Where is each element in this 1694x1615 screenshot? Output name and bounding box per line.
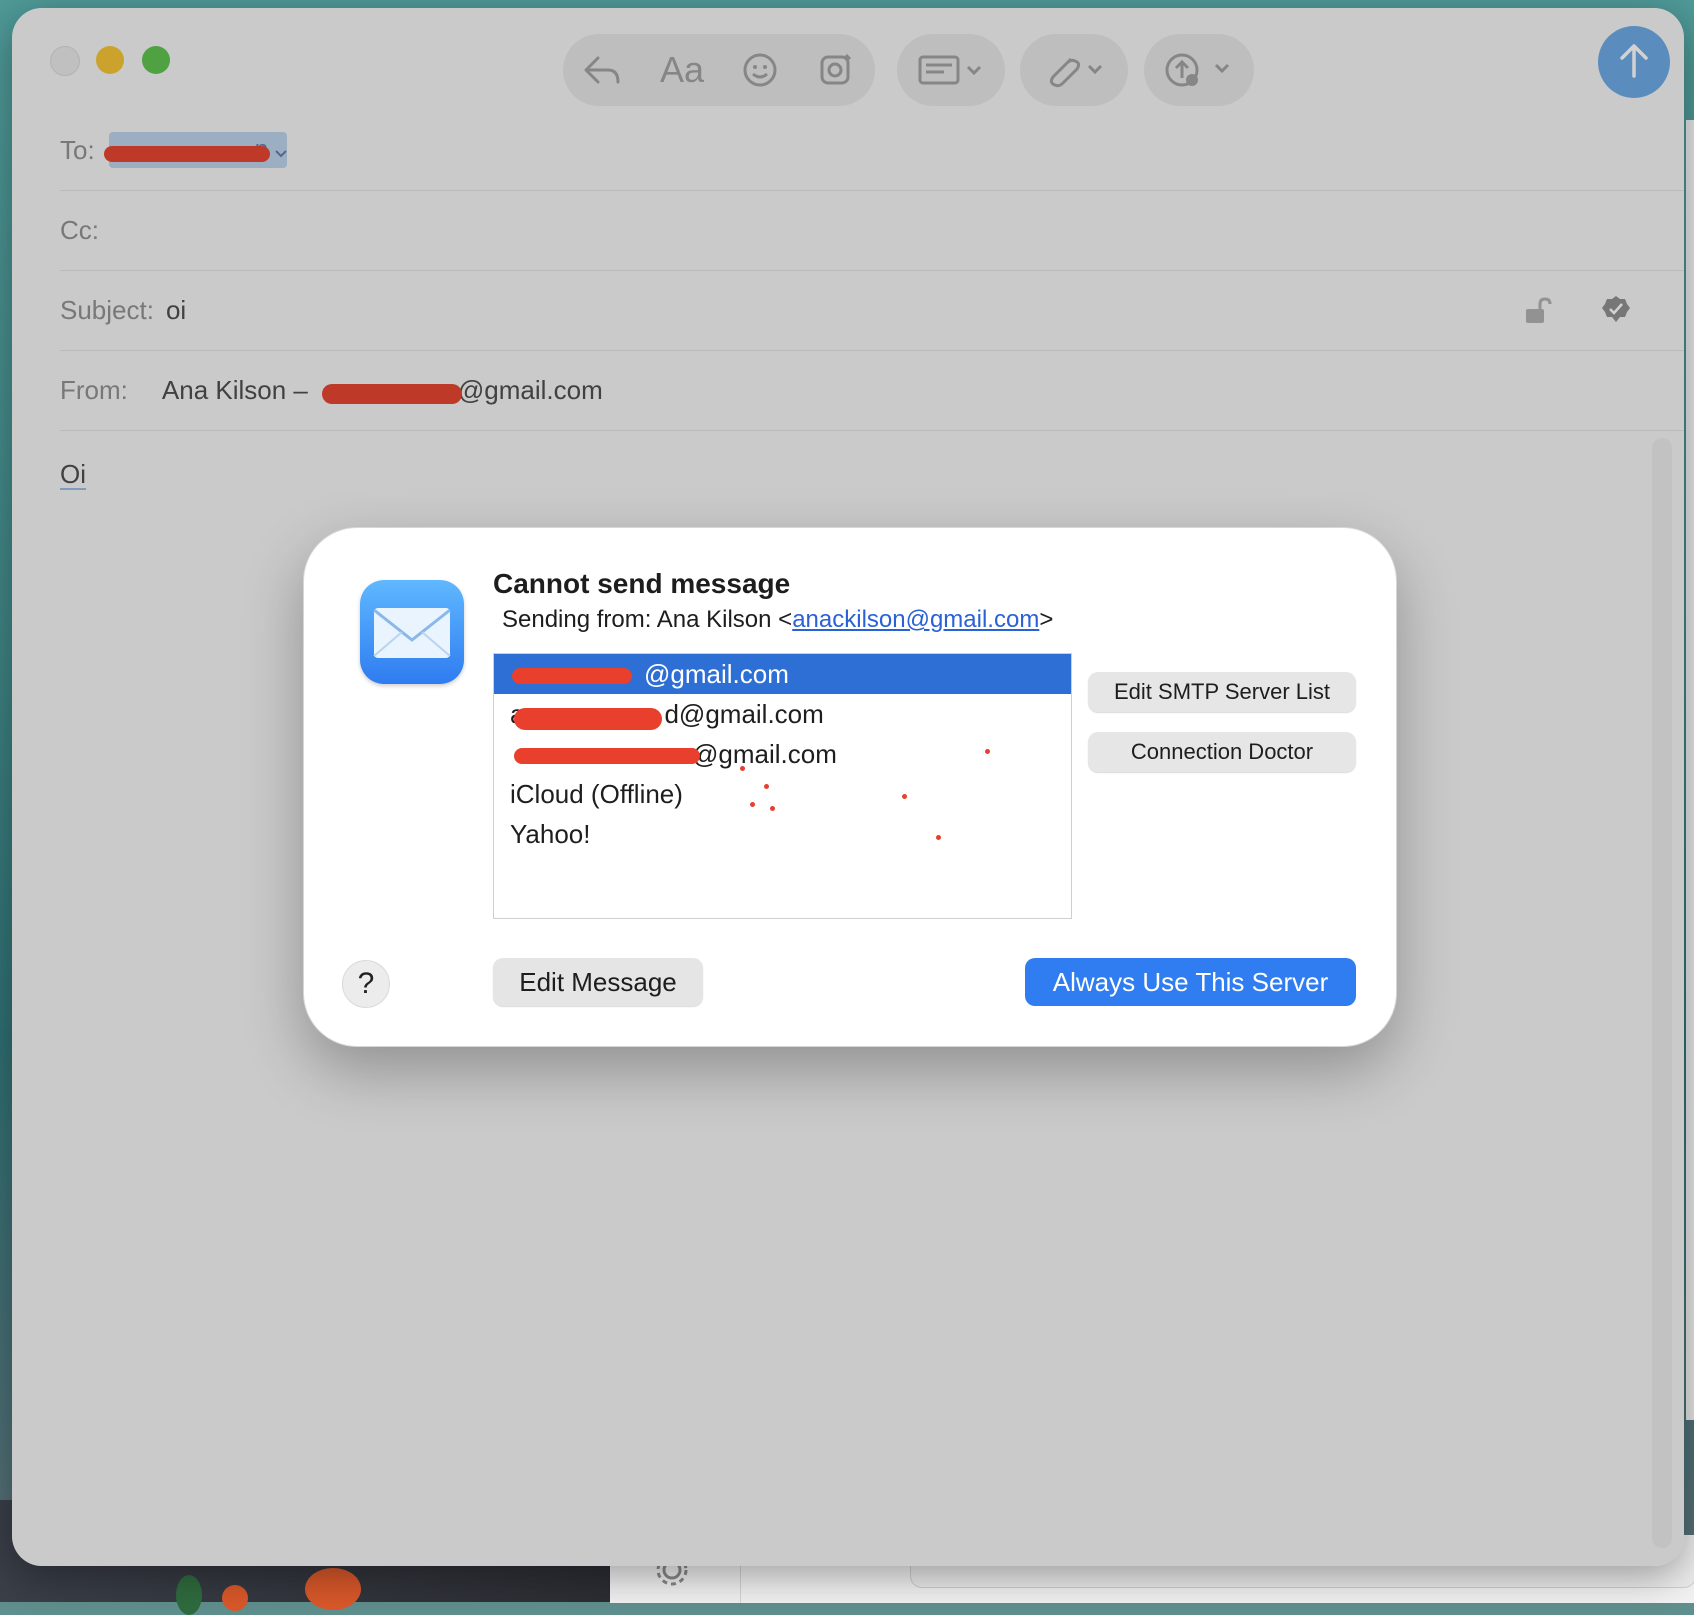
upload-menu[interactable] [1144,34,1254,106]
photo-browser-icon[interactable] [816,51,856,89]
wallpaper-flower [305,1568,361,1610]
redaction-dot [985,749,990,754]
from-label: From: [60,374,128,405]
server-item[interactable]: ad@gmail.com [494,694,1071,734]
minimize-window-button[interactable] [96,46,124,74]
emoji-icon[interactable] [742,52,778,88]
cannot-send-dialog: Cannot send message Sending from: Ana Ki… [303,527,1397,1047]
upload-icon [1164,50,1234,90]
message-body[interactable]: Oi [60,460,86,490]
subtitle-prefix: Sending from: Ana Kilson < [502,606,793,633]
zoom-window-button[interactable] [142,46,170,74]
format-icon[interactable]: Aa [660,49,704,91]
attachment-menu[interactable] [1020,34,1128,106]
redaction-mark [514,748,700,764]
redaction-dot [902,794,907,799]
smtp-server-list[interactable]: @gmail.com ad@gmail.com @gmail.com iClou… [493,653,1072,919]
subject-field-row[interactable]: Subject: oi [60,270,1684,351]
scrollbar[interactable] [1652,438,1672,1548]
reply-icon[interactable] [582,52,622,88]
send-icon [1616,40,1652,85]
connection-doctor-button[interactable]: Connection Doctor [1088,732,1356,772]
redaction-mark [514,708,662,730]
edit-message-button[interactable]: Edit Message [493,958,703,1006]
redaction-dot [936,835,941,840]
toolbar: Aa [12,8,1684,110]
server-item-label: @gmail.com [644,659,789,689]
cc-label: Cc: [60,214,99,245]
from-field-row[interactable]: From: Ana Kilson – @gmail.com [60,350,1684,431]
dialog-title: Cannot send message [493,568,791,599]
server-item[interactable]: Yahoo! [494,814,1071,854]
edit-smtp-server-list-button[interactable]: Edit SMTP Server List [1088,672,1356,712]
redaction-dot [770,806,775,811]
send-button[interactable] [1598,26,1670,98]
background-window-edge [1686,120,1694,1420]
server-item-label: iCloud (Offline) [510,779,683,809]
server-item[interactable]: @gmail.com [494,734,1071,774]
redaction-dot [764,784,769,789]
chevron-down-icon [274,135,288,166]
close-window-button[interactable] [50,46,80,76]
to-label: To: [60,134,95,165]
attachment-icon [1041,51,1107,89]
header-fields-menu[interactable] [897,34,1005,106]
signed-badge-icon[interactable] [1600,294,1632,333]
help-button[interactable]: ? [342,960,390,1008]
lock-icon[interactable] [1522,296,1552,333]
server-item-label-suffix: d@gmail.com [664,699,824,729]
subject-value[interactable]: oi [166,295,186,326]
to-field-row: To: n [60,110,1684,191]
server-item[interactable]: @gmail.com [494,654,1071,694]
server-item[interactable]: iCloud (Offline) [494,774,1071,814]
redaction-mark [104,146,270,162]
redaction-dot [750,802,755,807]
dialog-subtitle: Sending from: Ana Kilson <anackilson@gma… [502,606,1053,634]
server-item-label: @gmail.com [692,739,837,769]
wallpaper-flower [222,1585,248,1611]
redaction-mark [322,384,462,404]
redaction-dot [740,766,745,771]
sender-email-link[interactable]: anackilson@gmail.com [792,606,1039,633]
mail-app-icon [360,580,464,684]
header-fields-icon [918,53,984,87]
toolbar-format-group: Aa [563,34,875,106]
subject-label: Subject: [60,294,154,325]
always-use-server-button[interactable]: Always Use This Server [1025,958,1356,1006]
redaction-mark [512,668,632,684]
cc-field-row[interactable]: Cc: [60,190,1684,271]
wallpaper-leaf [176,1575,202,1615]
server-item-label: Yahoo! [510,819,591,849]
subtitle-suffix: > [1039,606,1054,633]
from-name: Ana Kilson – [161,374,308,405]
from-email: @gmail.com [457,374,603,405]
